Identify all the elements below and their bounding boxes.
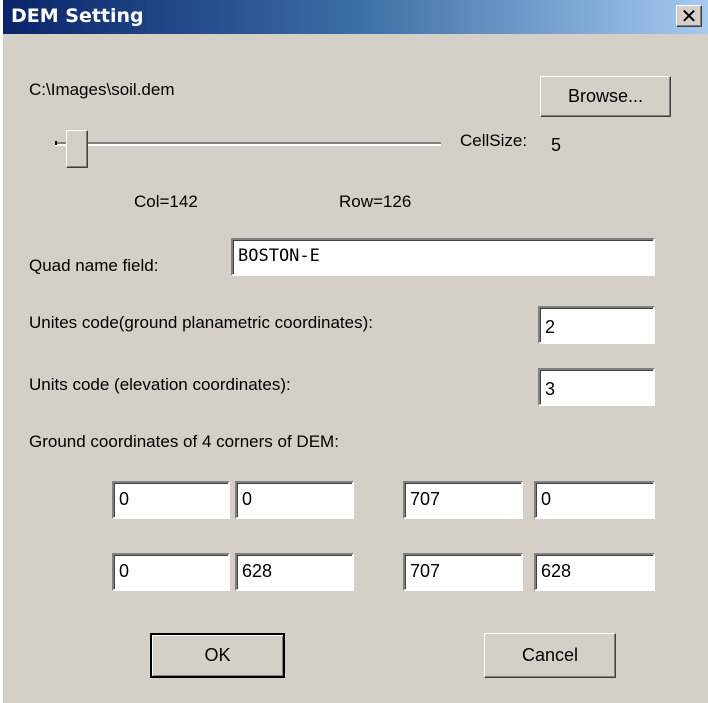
corner-field[interactable]: 628 — [534, 553, 655, 591]
slider-tick — [55, 141, 57, 145]
cellsize-slider-track[interactable] — [55, 142, 441, 146]
corner-field[interactable]: 628 — [235, 553, 354, 591]
corners-label: Ground coordinates of 4 corners of DEM: — [29, 432, 339, 451]
browse-button[interactable]: Browse... — [540, 76, 671, 117]
close-icon: ✕ — [680, 4, 698, 28]
ground-units-label: Unites code(ground planametric coordinat… — [29, 313, 373, 332]
cellsize-slider-thumb[interactable] — [66, 130, 88, 168]
ok-button[interactable]: OK — [150, 633, 285, 678]
title-bar[interactable]: DEM Setting ✕ — [3, 0, 708, 34]
col-readout: Col=142 — [134, 192, 198, 211]
quad-name-label: Quad name field: — [29, 256, 159, 275]
corner-field[interactable]: 0 — [534, 481, 655, 519]
elevation-units-label: Units code (elevation coordinates): — [29, 375, 291, 394]
corner-field[interactable]: 0 — [235, 481, 354, 519]
window-title: DEM Setting — [11, 5, 144, 27]
corner-field[interactable]: 0 — [112, 481, 230, 519]
corner-field[interactable]: 707 — [403, 481, 523, 519]
row-readout: Row=126 — [339, 192, 412, 211]
ground-units-input[interactable]: 2 — [538, 306, 655, 344]
quad-name-input[interactable]: BOSTON-E — [231, 238, 655, 276]
cancel-button[interactable]: Cancel — [484, 633, 616, 678]
file-path-label: C:\Images\soil.dem — [29, 80, 175, 99]
close-button[interactable]: ✕ — [676, 4, 702, 28]
cellsize-label: CellSize: — [460, 131, 528, 150]
dem-setting-dialog: DEM Setting ✕ C:\Images\soil.dem Browse.… — [0, 0, 708, 703]
elevation-units-input[interactable]: 3 — [538, 368, 655, 406]
cellsize-value: 5 — [551, 135, 562, 155]
corner-field[interactable]: 0 — [112, 553, 230, 591]
corner-field[interactable]: 707 — [403, 553, 523, 591]
